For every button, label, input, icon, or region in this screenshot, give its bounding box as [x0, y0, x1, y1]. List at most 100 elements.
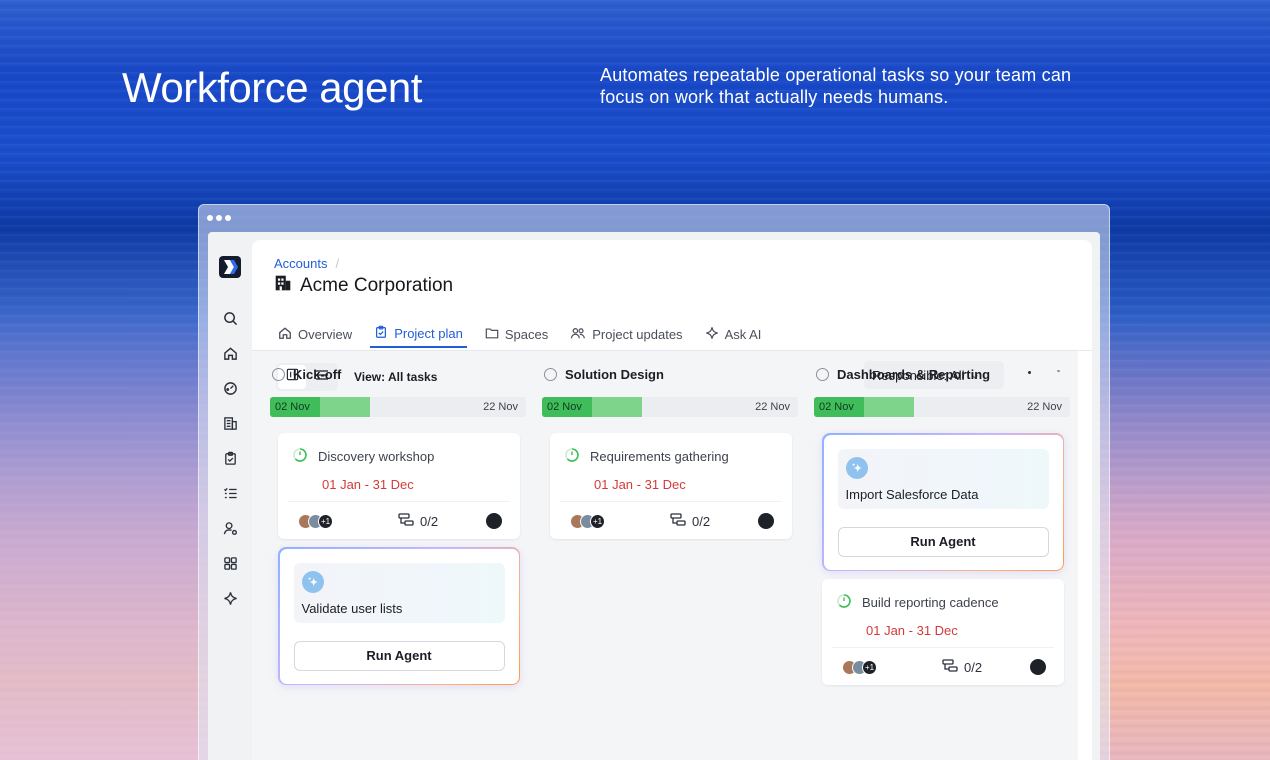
- status-circle-icon[interactable]: [544, 368, 557, 381]
- tab-project-updates[interactable]: Project updates: [566, 320, 686, 348]
- agent-sparkle-icon: [845, 456, 868, 479]
- timeline-bar[interactable]: 02 Nov 22 Nov: [542, 397, 798, 417]
- assignee-avatars[interactable]: +1: [298, 513, 333, 529]
- tab-bar: Overview Project plan Spaces Project upd…: [274, 320, 779, 350]
- tab-ask-ai[interactable]: Ask AI: [701, 320, 766, 348]
- progress-ring-icon: [292, 447, 308, 466]
- agent-card-body: Import Salesforce Data Run Agent: [823, 434, 1063, 570]
- agent-panel: Validate user lists: [293, 562, 505, 623]
- column-title: Solution Design: [565, 367, 664, 382]
- window-dot[interactable]: [216, 215, 222, 221]
- progress-ring-icon: [836, 593, 852, 612]
- window-controls: [207, 215, 231, 221]
- subtasks-icon: [398, 512, 414, 530]
- agent-sparkle-icon: [301, 570, 324, 593]
- assignee-avatars[interactable]: +1: [570, 513, 605, 529]
- progress-ring-icon: [564, 447, 580, 466]
- background-left-glow: [0, 0, 220, 760]
- subtask-counter[interactable]: 0/2: [670, 512, 710, 530]
- timeline-start-date: 02 Nov: [547, 401, 582, 413]
- column-title: Dashboards & Reporting: [837, 367, 991, 382]
- tab-overview[interactable]: Overview: [274, 320, 356, 348]
- status-circle-icon[interactable]: [816, 368, 829, 381]
- clipboard-icon: [374, 325, 388, 342]
- owner-avatar[interactable]: [486, 513, 502, 529]
- owner-avatar[interactable]: [758, 513, 774, 529]
- board: View: All tasks Responsible: All Kick-of…: [252, 351, 1078, 760]
- avatar-overflow-count: +1: [862, 659, 877, 675]
- task-title: Discovery workshop: [292, 447, 434, 466]
- clipboard-icon[interactable]: [221, 449, 239, 467]
- breadcrumb-separator: /: [335, 256, 340, 271]
- timeline-end-date: 22 Nov: [483, 401, 518, 413]
- column-header: Solution Design: [544, 367, 664, 382]
- task-card[interactable]: Discovery workshop 01 Jan - 31 Dec +1 0/…: [278, 433, 520, 539]
- timeline-end-date: 22 Nov: [1027, 401, 1062, 413]
- window-dot[interactable]: [207, 215, 213, 221]
- agent-card: Import Salesforce Data Run Agent: [822, 433, 1064, 571]
- sparkle-icon[interactable]: [221, 589, 239, 607]
- window-dot[interactable]: [225, 215, 231, 221]
- checklist-icon[interactable]: [221, 484, 239, 502]
- hero-title: Workforce agent: [122, 64, 422, 111]
- home-icon[interactable]: [221, 344, 239, 362]
- status-circle-icon[interactable]: [272, 368, 285, 381]
- task-date-range: 01 Jan - 31 Dec: [866, 623, 958, 638]
- column-header: Dashboards & Reporting: [816, 367, 990, 382]
- more-options-icon[interactable]: [1028, 371, 1031, 374]
- task-title: Build reporting cadence: [836, 593, 999, 612]
- people-icon: [570, 326, 586, 343]
- run-agent-button[interactable]: Run Agent: [837, 526, 1049, 557]
- owner-avatar[interactable]: [1030, 659, 1046, 675]
- search-icon[interactable]: [221, 309, 239, 327]
- assignee-avatars[interactable]: +1: [842, 659, 877, 675]
- task-footer: +1 0/2: [570, 511, 774, 531]
- accounts-building-icon[interactable]: [221, 414, 239, 432]
- home-icon: [278, 326, 292, 343]
- app-logo[interactable]: [219, 256, 241, 278]
- agent-task-label: Import Salesforce Data: [845, 486, 979, 502]
- avatar-overflow-count: +1: [318, 513, 333, 529]
- subtask-counter[interactable]: 0/2: [398, 512, 439, 530]
- task-footer: +1 0/2: [842, 657, 1046, 677]
- run-agent-button[interactable]: Run Agent: [293, 640, 505, 671]
- timeline-end-date: 22 Nov: [755, 401, 790, 413]
- tab-label: Project plan: [394, 325, 463, 341]
- timeline-start-date: 02 Nov: [819, 401, 854, 413]
- breadcrumb: Accounts /: [274, 256, 339, 271]
- task-date-range: 01 Jan - 31 Dec: [594, 477, 686, 492]
- nav-rail: [208, 232, 252, 760]
- user-settings-icon[interactable]: [221, 519, 239, 537]
- timeline-bar[interactable]: 02 Nov 22 Nov: [270, 397, 526, 417]
- card-divider: [832, 647, 1054, 648]
- task-date-range: 01 Jan - 31 Dec: [322, 477, 414, 492]
- apps-grid-icon[interactable]: [221, 554, 239, 572]
- tab-project-plan[interactable]: Project plan: [370, 320, 467, 348]
- tab-label: Overview: [298, 326, 353, 342]
- card-divider: [560, 501, 782, 502]
- agent-task-label: Validate user lists: [301, 600, 403, 616]
- subtask-count: 0/2: [964, 659, 983, 675]
- task-card[interactable]: Build reporting cadence 01 Jan - 31 Dec …: [822, 579, 1064, 685]
- tab-label: Project updates: [592, 326, 683, 342]
- task-title-text: Discovery workshop: [318, 449, 435, 464]
- subtasks-icon: [670, 512, 686, 530]
- breadcrumb-link-accounts[interactable]: Accounts: [274, 256, 327, 271]
- view-filter-label[interactable]: View: All tasks: [354, 370, 437, 384]
- subtasks-icon: [942, 658, 958, 676]
- sort-icon[interactable]: [1057, 370, 1060, 372]
- task-card[interactable]: Requirements gathering 01 Jan - 31 Dec +…: [550, 433, 792, 539]
- agent-card-body: Validate user lists Run Agent: [279, 548, 519, 684]
- timeline-bar[interactable]: 02 Nov 22 Nov: [814, 397, 1070, 417]
- subtask-count: 0/2: [420, 513, 439, 529]
- column-title: Kick-off: [293, 367, 342, 382]
- page-title: Acme Corporation: [274, 274, 453, 297]
- tab-label: Spaces: [504, 326, 549, 342]
- page-title-text: Acme Corporation: [300, 274, 454, 296]
- dashboard-gauge-icon[interactable]: [221, 379, 239, 397]
- subtask-counter[interactable]: 0/2: [942, 658, 983, 676]
- app-window: Accounts / Acme Corporation Overview Pro…: [198, 204, 1110, 760]
- tab-spaces[interactable]: Spaces: [481, 320, 552, 348]
- task-title-text: Build reporting cadence: [862, 595, 999, 610]
- hero-description: Automates repeatable operational tasks s…: [600, 65, 1072, 107]
